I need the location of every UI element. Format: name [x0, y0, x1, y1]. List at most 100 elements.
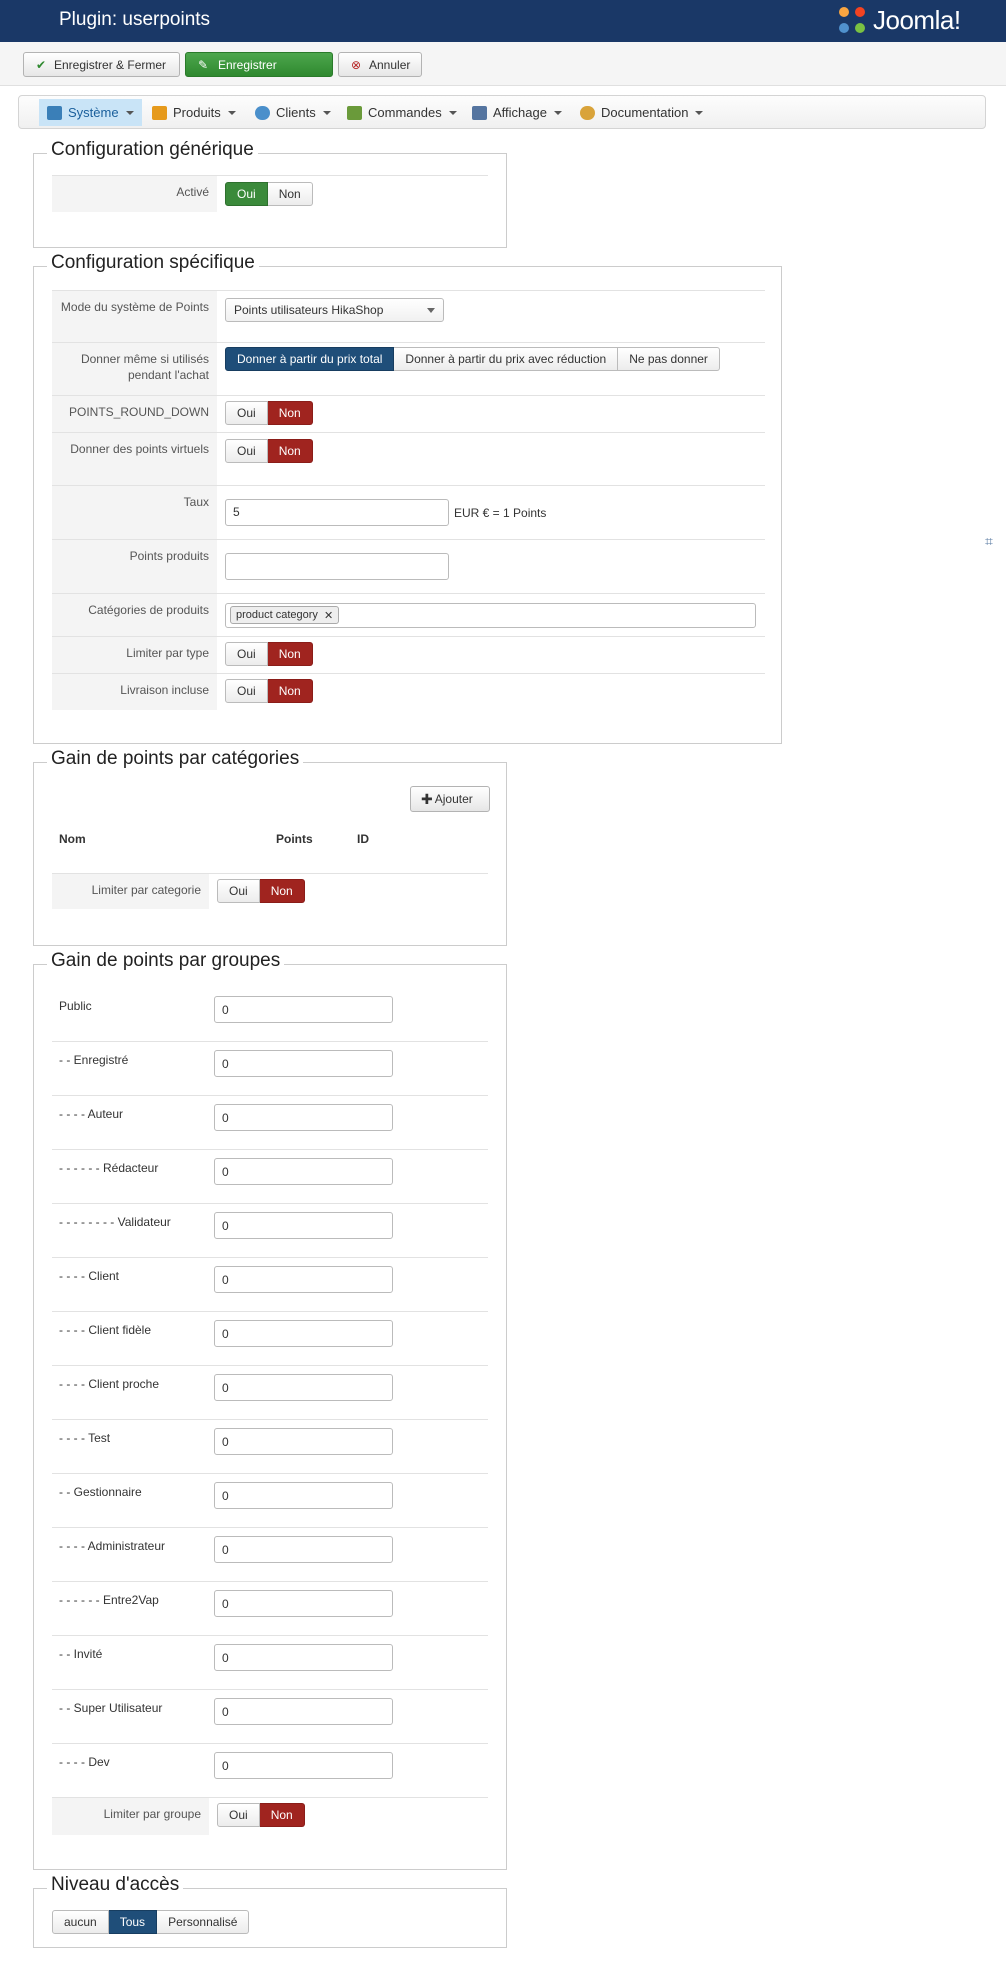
round-yes-button[interactable]: Oui — [225, 401, 268, 425]
group-row: - - Enregistré 0 — [52, 1042, 488, 1096]
categories-input[interactable]: product category ✕ — [225, 602, 756, 628]
virtual-yes-button[interactable]: Oui — [225, 439, 268, 463]
mode-select-value: Points utilisateurs HikaShop — [234, 303, 384, 317]
group-points-input[interactable]: 0 — [214, 1536, 393, 1563]
save-close-button[interactable]: ✔ Enregistrer & Fermer — [23, 52, 180, 77]
save-button[interactable]: ✎ Enregistrer — [185, 52, 333, 77]
menu-produits[interactable]: Produits — [144, 99, 244, 126]
group-points-input[interactable]: 0 — [214, 1266, 393, 1293]
menu-commandes-label: Commandes — [368, 105, 442, 120]
chevron-down-icon — [427, 307, 435, 313]
access-custom-button[interactable]: Personnalisé — [157, 1910, 250, 1934]
group-points-input[interactable]: 0 — [214, 1590, 393, 1617]
wrench-icon — [47, 105, 62, 120]
virtual-row: Donner des points virtuels Oui Non — [52, 432, 765, 485]
group-label: - - - - Test — [59, 1431, 111, 1445]
menu-affichage-label: Affichage — [493, 105, 547, 120]
categories-gain-legend: Gain de points par catégories — [47, 748, 304, 770]
group-label: - - Gestionnaire — [59, 1485, 142, 1499]
group-label: - - - - Client — [59, 1269, 119, 1283]
group-points-input[interactable]: 0 — [214, 1050, 393, 1077]
menu-commandes[interactable]: Commandes — [339, 99, 465, 126]
group-points-input[interactable]: 0 — [214, 1752, 393, 1779]
active-label: Activé — [52, 176, 217, 212]
group-label: - - Enregistré — [59, 1053, 129, 1067]
save-label: Enregistrer — [218, 57, 277, 72]
joomla-logo[interactable]: Joomla! — [837, 3, 961, 37]
group-points-input[interactable]: 0 — [214, 1698, 393, 1725]
edit-icon: ✎ — [197, 57, 209, 72]
group-points-input[interactable]: 0 — [214, 1212, 393, 1239]
active-no-button[interactable]: Non — [267, 182, 313, 206]
virtual-no-button[interactable]: Non — [267, 439, 313, 463]
limit-category-no-button[interactable]: Non — [259, 879, 305, 903]
group-row: - - - - - - Rédacteur 0 — [52, 1150, 488, 1204]
give-total-button[interactable]: Donner à partir du prix total — [225, 347, 395, 371]
shipping-yes-button[interactable]: Oui — [225, 679, 268, 703]
access-none-button[interactable]: aucun — [52, 1910, 109, 1934]
limit-group-yes-button[interactable]: Oui — [217, 1803, 260, 1827]
menu-systeme[interactable]: Système — [39, 99, 142, 126]
cancel-label: Annuler — [369, 57, 411, 72]
shipping-label: Livraison incluse — [52, 674, 217, 710]
groups-gain-legend: Gain de points par groupes — [47, 950, 285, 972]
chevron-down-icon — [322, 110, 331, 115]
group-label: - - - - Client fidèle — [59, 1323, 152, 1337]
group-points-input[interactable]: 0 — [214, 1374, 393, 1401]
group-row: Public 0 — [52, 988, 488, 1042]
close-icon[interactable]: ✕ — [324, 609, 333, 622]
specific-config-legend: Configuration spécifique — [47, 252, 259, 274]
give-none-button[interactable]: Ne pas donner — [618, 347, 720, 371]
toolbar: ✔ Enregistrer & Fermer ✎ Enregistrer ⊗ A… — [0, 42, 1006, 86]
virtual-label: Donner des points virtuels — [52, 433, 217, 485]
joomla-logo-text: Joomla! — [873, 4, 961, 35]
access-all-button[interactable]: Tous — [108, 1910, 158, 1934]
shipping-no-button[interactable]: Non — [267, 679, 313, 703]
round-label: POINTS_ROUND_DOWN — [52, 396, 217, 432]
limit-category-row: Limiter par categorie Oui Non — [52, 873, 488, 909]
group-label: - - - - Dev — [59, 1755, 110, 1769]
group-row: - - - - - - - - Validateur 0 — [52, 1204, 488, 1258]
round-no-button[interactable]: Non — [267, 401, 313, 425]
group-points-input[interactable]: 0 — [214, 996, 393, 1023]
main-menu: Système Produits Clients Commandes Affic… — [18, 95, 986, 129]
col-points-header: Points — [276, 832, 313, 846]
specific-config-fieldset: Configuration spécifique Mode du système… — [33, 252, 782, 744]
edit-icon[interactable]: ⌗ — [985, 533, 1001, 549]
round-toggle: Oui Non — [225, 401, 313, 425]
group-points-input[interactable]: 0 — [214, 1644, 393, 1671]
mode-row: Mode du système de Points Points utilisa… — [52, 290, 765, 342]
limit-type-row: Limiter par type Oui Non — [52, 636, 765, 673]
limit-type-no-button[interactable]: Non — [267, 642, 313, 666]
produced-input[interactable] — [225, 553, 449, 580]
menu-affichage[interactable]: Affichage — [464, 99, 570, 126]
mode-select[interactable]: Points utilisateurs HikaShop — [225, 298, 444, 322]
rate-row: Taux 5 EUR € = 1 Points — [52, 485, 765, 539]
cancel-button[interactable]: ⊗ Annuler — [338, 52, 422, 77]
limit-category-toggle: Oui Non — [217, 879, 305, 903]
active-row: Activé Oui Non — [52, 175, 488, 212]
group-points-input[interactable]: 0 — [214, 1482, 393, 1509]
give-reduced-button[interactable]: Donner à partir du prix avec réduction — [394, 347, 619, 371]
limit-type-yes-button[interactable]: Oui — [225, 642, 268, 666]
group-points-input[interactable]: 0 — [214, 1104, 393, 1131]
display-icon — [472, 105, 487, 120]
add-category-button[interactable]: ✚ Ajouter — [410, 786, 490, 812]
group-row: - - - - - - Entre2Vap 0 — [52, 1582, 488, 1636]
limit-group-no-button[interactable]: Non — [259, 1803, 305, 1827]
rate-input[interactable]: 5 — [225, 498, 449, 526]
virtual-toggle: Oui Non — [225, 439, 313, 463]
limit-category-yes-button[interactable]: Oui — [217, 879, 260, 903]
check-icon: ✔ — [35, 57, 47, 72]
access-level-fieldset: Niveau d'accès aucun Tous Personnalisé — [33, 1874, 507, 1948]
menu-clients[interactable]: Clients — [247, 99, 339, 126]
categories-row: Catégories de produits product category … — [52, 593, 765, 636]
active-yes-button[interactable]: Oui — [225, 182, 268, 206]
produced-label: Points produits — [52, 540, 217, 593]
group-points-input[interactable]: 0 — [214, 1320, 393, 1347]
group-points-input[interactable]: 0 — [214, 1428, 393, 1455]
access-level-options: aucun Tous Personnalisé — [52, 1910, 250, 1934]
menu-documentation[interactable]: Documentation — [572, 99, 711, 126]
rate-label: Taux — [52, 486, 217, 539]
group-points-input[interactable]: 0 — [214, 1158, 393, 1185]
